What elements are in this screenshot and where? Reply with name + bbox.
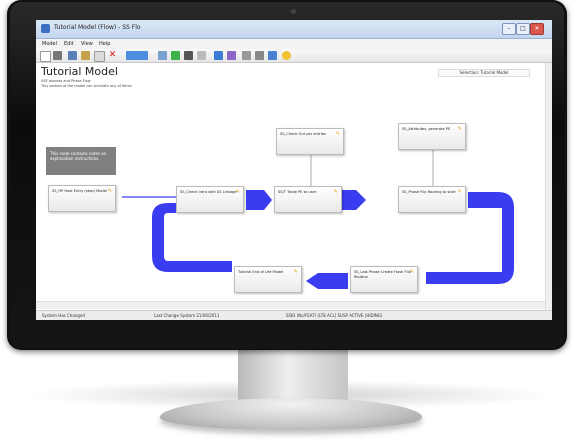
vertical-scrollbar[interactable]	[545, 63, 552, 310]
maximize-button[interactable]: □	[516, 23, 530, 35]
node-check-out-label: SS_Check Out per entries	[280, 132, 326, 136]
fit-icon[interactable]	[268, 51, 277, 60]
horizontal-scrollbar[interactable]	[36, 301, 545, 309]
status-left: System Has Changed	[42, 313, 85, 318]
edit-icon: ✎	[107, 188, 112, 194]
cut-icon[interactable]	[68, 51, 77, 60]
node-phase-flip-label: SS_Phase Flip Routing to start	[402, 190, 456, 194]
status-right: SSID (No/FEAT) [LT8 ACL] SUSP ACTIVE (HI…	[286, 313, 383, 318]
edit-icon: ✎	[333, 189, 338, 195]
node-trade-pe[interactable]: SS/T Trade PE to user ✎	[274, 186, 342, 213]
node-last-phase[interactable]: SS_Last Phase Create Flash Flip Routine …	[350, 266, 418, 293]
title-bar: Tutorial Model (Flow) - SS Flo – □ ✕	[36, 20, 552, 39]
pencil-icon[interactable]	[197, 51, 206, 60]
node-attributes[interactable]: SS_Attributes, generate PE ✎	[398, 123, 466, 150]
app-window: Tutorial Model (Flow) - SS Flo – □ ✕ Mod…	[36, 20, 552, 320]
check-icon[interactable]	[171, 51, 180, 60]
node-last-phase-label: SS_Last Phase Create Flash Flip Routine	[354, 270, 411, 279]
help-icon[interactable]	[282, 51, 291, 60]
node-phase-flip[interactable]: SS_Phase Flip Routing to start ✎	[398, 186, 466, 213]
model-canvas[interactable]: Tutorial Model SSE process and Phase Flo…	[36, 63, 545, 310]
edit-icon: ✎	[235, 189, 240, 195]
flow-arrow	[246, 190, 272, 210]
zoom-out-icon[interactable]	[255, 51, 264, 60]
node-end-of-life-label: Tutorial End of Life Model	[238, 270, 284, 274]
new-icon[interactable]	[40, 51, 51, 62]
menu-model[interactable]: Model	[42, 41, 57, 47]
app-icon	[41, 24, 50, 33]
node-check-out[interactable]: SS_Check Out per entries ✎	[276, 128, 344, 155]
menu-edit[interactable]: Edit	[64, 41, 74, 47]
edit-icon: ✎	[409, 269, 414, 275]
flow-band-left	[152, 203, 232, 272]
save-icon[interactable]	[184, 51, 193, 60]
menu-view[interactable]: View	[81, 41, 93, 47]
copy-icon[interactable]	[81, 51, 90, 60]
grid-icon[interactable]	[53, 51, 62, 60]
camera-icon	[291, 9, 296, 14]
window-title: Tutorial Model (Flow) - SS Flo	[54, 24, 141, 31]
node-end-of-life[interactable]: Tutorial End of Life Model ✎	[234, 266, 302, 293]
status-bar: System Has Changed Last Change System 21…	[36, 310, 552, 320]
link-icon[interactable]	[158, 51, 167, 60]
toolbar: ✕	[36, 49, 552, 63]
zoom-dropdown[interactable]	[126, 51, 148, 60]
menu-help[interactable]: Help	[99, 41, 110, 47]
zoom-in-icon[interactable]	[242, 51, 251, 60]
node-check-intra-label: SS_Check Intra with SS Linkage	[180, 190, 237, 194]
edit-icon: ✎	[457, 189, 462, 195]
monitor-stand-base	[160, 398, 422, 430]
paste-icon[interactable]	[94, 51, 105, 62]
edit-icon: ✎	[293, 269, 298, 275]
tag-icon[interactable]	[227, 51, 236, 60]
flow-arrow	[341, 190, 366, 210]
edit-icon: ✎	[335, 131, 340, 137]
flow-arrow	[306, 273, 348, 289]
chart-icon[interactable]	[214, 51, 223, 60]
minimize-button[interactable]: –	[502, 23, 516, 35]
node-attributes-label: SS_Attributes, generate PE	[402, 127, 451, 131]
node-trade-pe-label: SS/T Trade PE to user	[278, 190, 317, 194]
node-host-entry-label: SS_HP Host Entry (step) Model	[52, 189, 107, 193]
node-host-entry[interactable]: SS_HP Host Entry (step) Model ✎	[48, 185, 116, 212]
monitor-stand-neck	[238, 350, 348, 405]
close-button[interactable]: ✕	[530, 23, 544, 35]
node-check-intra[interactable]: SS_Check Intra with SS Linkage ✎	[176, 186, 244, 213]
edit-icon: ✎	[457, 126, 462, 132]
menu-bar: Model Edit View Help	[36, 39, 552, 49]
delete-icon[interactable]: ✕	[108, 51, 117, 60]
status-mid: Last Change System 21/06/2011	[154, 313, 220, 318]
